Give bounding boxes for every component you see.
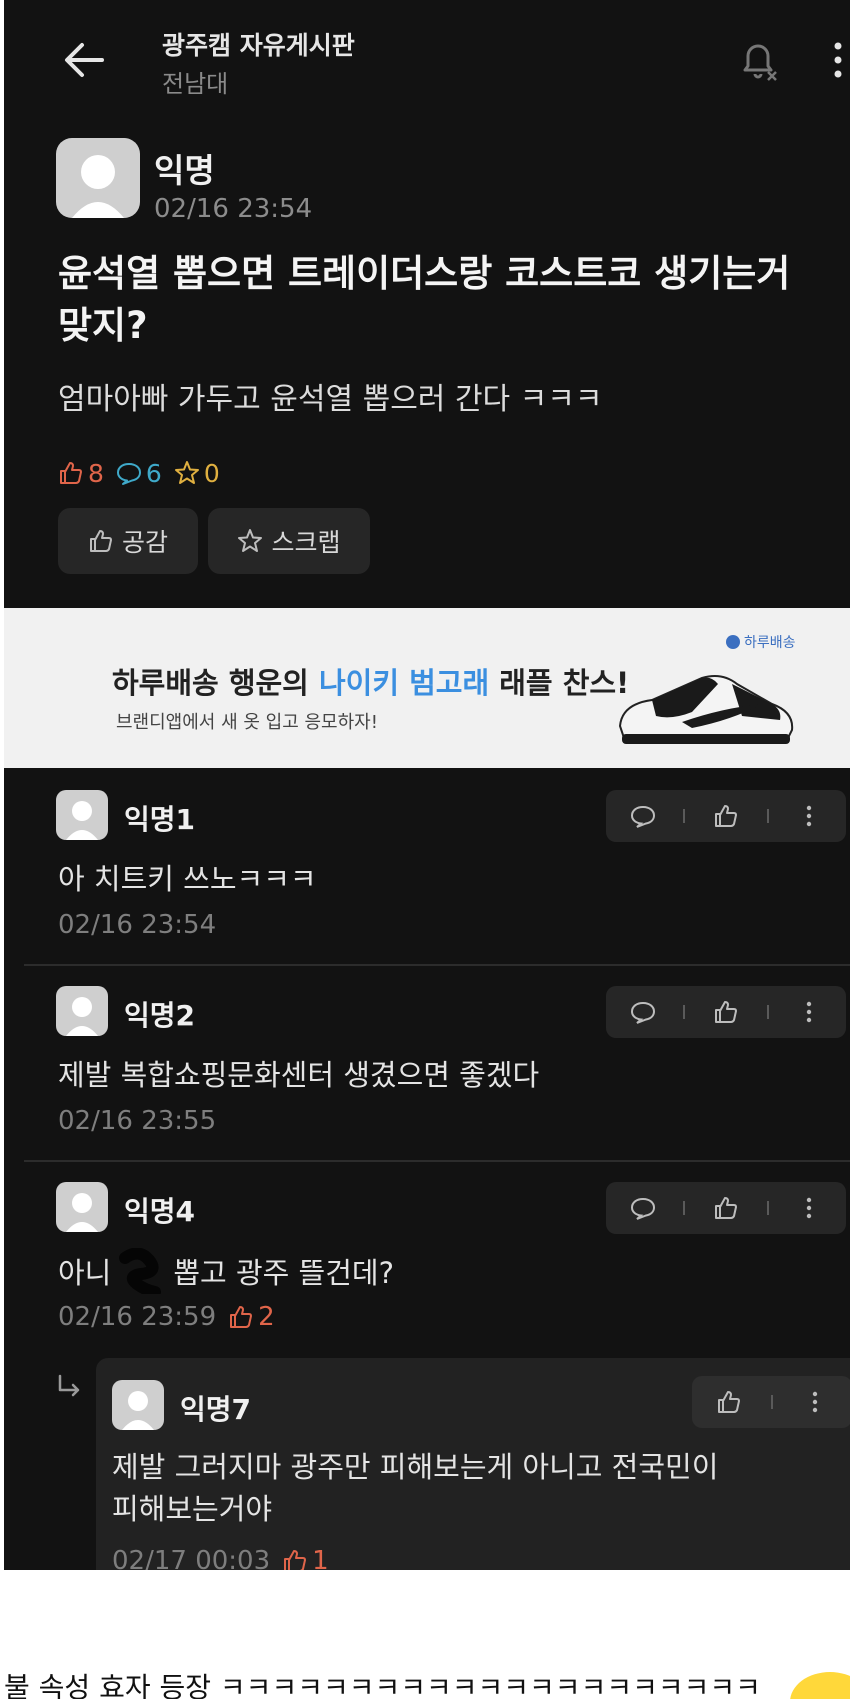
comment-time: 02/16 23:54 (58, 910, 217, 940)
back-arrow-icon[interactable] (62, 40, 106, 80)
thumbs-up-icon[interactable] (713, 803, 739, 829)
thumbs-up-icon[interactable] (716, 1389, 742, 1415)
sneaker-icon (618, 675, 794, 744)
app-screen: 광주캠 자유게시판 전남대 익명 02/16 23:54 윤석열 뽑으면 트레이… (4, 0, 850, 1570)
board-title: 광주캠 자유게시판 (162, 31, 355, 60)
more-vert-icon[interactable] (802, 1389, 828, 1415)
emoji-icon (790, 1672, 850, 1699)
comment-time: 02/16 23:55 (58, 1106, 217, 1136)
comment-text: 아니 뽑고 광주 뜰건데? (58, 1248, 394, 1294)
post-body: 엄마아빠 가두고 윤석열 뽑으러 간다 ㅋㅋㅋ (58, 382, 603, 417)
thumbs-up-icon (89, 530, 112, 552)
divider (24, 1160, 850, 1162)
reply-like-count: 1 (282, 1546, 329, 1570)
thumbs-up-icon (230, 1306, 253, 1328)
more-vert-icon[interactable] (796, 999, 822, 1025)
ad-headline: 하루배송 행운의 나이키 범고래 래플 찬스! (112, 666, 630, 700)
comment-text: 아 치트키 쓰노ㅋㅋㅋ (58, 862, 317, 896)
school-name: 전남대 (162, 70, 229, 98)
ad-banner[interactable]: 하루배송 하루배송 행운의 나이키 범고래 래플 찬스! 브랜디앱에서 새 옷 … (4, 608, 850, 768)
redaction-scribble (119, 1248, 162, 1294)
thumbs-up-icon[interactable] (713, 1195, 739, 1221)
comment-author: 익명1 (124, 803, 196, 836)
avatar (112, 1380, 164, 1430)
comment-author: 익명4 (124, 1195, 196, 1228)
reply-comment: 익명7 제발 그러지마 광주만 피해보는게 아니고 전국민이 피해보는거야 02… (96, 1358, 850, 1570)
comment-like-count: 2 (228, 1302, 275, 1332)
avatar (56, 1182, 108, 1232)
comment-time: 02/16 23:59 2 (58, 1302, 275, 1332)
comment-actions (606, 1182, 846, 1234)
reply-actions (692, 1376, 850, 1428)
more-vert-icon[interactable] (796, 1195, 822, 1221)
thumbs-up-icon (60, 462, 82, 484)
post-author: 익명 (154, 151, 215, 190)
like-count: 8 (58, 459, 104, 488)
comment-icon (116, 463, 141, 485)
thumbs-up-icon[interactable] (713, 999, 739, 1025)
comment-icon[interactable] (630, 999, 656, 1025)
ad-subtext: 브랜디앱에서 새 옷 입고 응모하자! (116, 712, 378, 733)
reply-text: 제발 그러지마 광주만 피해보는게 아니고 전국민이 피해보는거야 (112, 1450, 719, 1526)
ad-logo: 하루배송 (726, 632, 796, 652)
comment-actions (606, 790, 846, 842)
reply-arrow-icon (58, 1374, 80, 1397)
comment-icon[interactable] (630, 803, 656, 829)
avatar (56, 138, 140, 218)
comment-text: 제발 복합쇼핑문화센터 생겼으면 좋겠다 (58, 1058, 540, 1092)
caption-text: 불 속성 효자 등장 ㅋㅋㅋㅋㅋㅋㅋㅋㅋㅋㅋㅋㅋㅋㅋㅋㅋㅋㅋㅋㅋ (4, 1671, 761, 1699)
scrap-count: 0 (174, 459, 220, 488)
divider (24, 964, 850, 966)
star-icon (174, 461, 199, 484)
like-button[interactable]: 공감 (58, 508, 198, 574)
reply-time: 02/17 00:03 1 (112, 1546, 329, 1570)
thumbs-up-icon (284, 1550, 307, 1570)
scrap-button[interactable]: 스크랩 (208, 508, 370, 574)
top-bar: 광주캠 자유게시판 전남대 (4, 0, 850, 110)
star-icon (238, 529, 263, 552)
comment-count: 6 (116, 459, 162, 488)
comment-icon[interactable] (630, 1195, 656, 1221)
comment-actions (606, 986, 846, 1038)
bell-off-icon[interactable] (734, 34, 782, 82)
avatar (56, 986, 108, 1036)
more-vert-icon[interactable] (830, 40, 846, 80)
post-title: 윤석열 뽑으면 트레이더스랑 코스트코 생기는거 맞지? (58, 252, 791, 347)
comment-author: 익명2 (124, 999, 196, 1032)
post-stats: 8 6 0 (58, 456, 220, 490)
more-vert-icon[interactable] (796, 803, 822, 829)
post-time: 02/16 23:54 (154, 194, 313, 224)
reply-author: 익명7 (180, 1393, 252, 1426)
avatar (56, 790, 108, 840)
